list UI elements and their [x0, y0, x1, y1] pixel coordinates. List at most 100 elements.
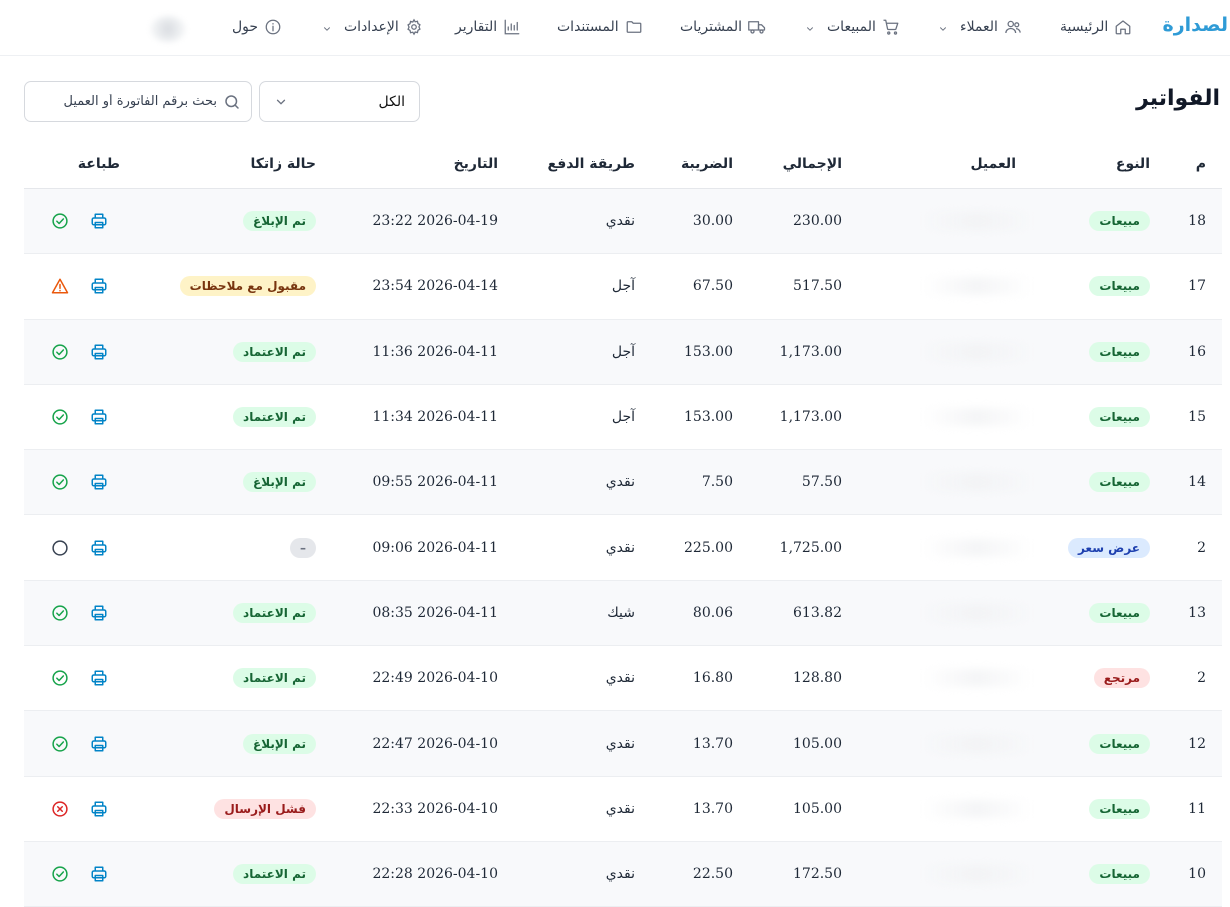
- zatca-status-badge: تم الاعتماد: [233, 602, 316, 623]
- cell-date: 2026-04-11 09:55: [372, 474, 498, 491]
- type-badge: مبيعات: [1089, 276, 1150, 297]
- nav-item-4[interactable]: المستندات: [557, 18, 643, 36]
- zatca-status-badge: تم الإبلاغ: [243, 733, 316, 754]
- print-icon[interactable]: [90, 669, 108, 687]
- cell-zatca: تم الاعتماد: [233, 341, 316, 362]
- x-circle-icon[interactable]: [51, 800, 69, 818]
- cell-zatca: تم الاعتماد: [233, 668, 316, 689]
- cell-payment: نقدي: [605, 866, 635, 883]
- cell-no: 18: [1188, 213, 1206, 230]
- print-icon[interactable]: [90, 277, 108, 295]
- filter-selected-value: الكل: [378, 93, 406, 110]
- table-row[interactable]: 10 مبيعات 172.50 22.50 نقدي 2026-04-10 22:28 ت…: [24, 841, 1222, 907]
- check-circle-icon[interactable]: [51, 669, 69, 687]
- print-icon[interactable]: [90, 408, 108, 426]
- info-icon: [264, 18, 282, 36]
- customer-name-redacted: [922, 799, 1032, 818]
- table-row[interactable]: 18 مبيعات 230.00 30.00 نقدي 2026-04-19 23:22 ت…: [24, 189, 1222, 255]
- col-header-total: الإجمالي: [782, 156, 842, 172]
- check-circle-icon[interactable]: [51, 865, 69, 883]
- cell-payment: آجل: [611, 278, 635, 295]
- table-row[interactable]: 2 مرتجع 128.80 16.80 نقدي 2026-04-10 22:49 تم …: [24, 646, 1222, 712]
- cell-no: 16: [1188, 343, 1206, 360]
- cell-no: 14: [1188, 474, 1206, 491]
- nav-item-label: التقارير: [455, 19, 498, 35]
- warning-icon[interactable]: [51, 277, 69, 295]
- chevron-down-icon: [938, 22, 948, 32]
- print-icon[interactable]: [90, 604, 108, 622]
- zatca-status-badge: تم الإبلاغ: [243, 472, 316, 493]
- print-icon[interactable]: [90, 865, 108, 883]
- print-icon[interactable]: [90, 473, 108, 491]
- table-row[interactable]: 12 مبيعات 105.00 13.70 نقدي 2026-04-10 22:47 ت…: [24, 711, 1222, 777]
- table-row[interactable]: 14 مبيعات 57.50 7.50 نقدي 2026-04-11 09:55 تم …: [24, 450, 1222, 516]
- customer-name-redacted: [922, 669, 1032, 688]
- nav-item-2[interactable]: المبيعات: [805, 18, 900, 36]
- cell-total: 1,725.00: [779, 539, 842, 556]
- zatca-status-badge: تم الاعتماد: [233, 864, 316, 885]
- print-icon[interactable]: [90, 212, 108, 230]
- cell-no: 15: [1188, 409, 1206, 426]
- table-row[interactable]: 13 مبيعات 613.82 80.06 شيك 2026-04-11 08:35 تم…: [24, 580, 1222, 647]
- cell-payment: آجل: [611, 409, 635, 426]
- nav-item-5[interactable]: التقارير: [455, 18, 521, 36]
- check-circle-icon[interactable]: [51, 343, 69, 361]
- chevron-down-icon: [805, 22, 815, 32]
- type-badge: مبيعات: [1089, 211, 1150, 232]
- col-header-date: التاريخ: [453, 156, 498, 172]
- nav-item-7[interactable]: حول: [232, 18, 282, 36]
- cell-type: مبيعات: [1089, 798, 1150, 819]
- customer-name-redacted: [922, 734, 1032, 753]
- col-header-no: م: [1195, 156, 1206, 172]
- cell-payment: نقدي: [605, 474, 635, 491]
- chart-icon: [503, 18, 521, 36]
- users-icon: [1004, 18, 1022, 36]
- folder-icon: [625, 18, 643, 36]
- cell-payment: آجل: [611, 343, 635, 360]
- cell-type: مرتجع: [1093, 668, 1150, 689]
- cell-tax: 153.00: [684, 409, 733, 426]
- cell-zatca: فشل الإرسال: [214, 798, 316, 819]
- check-circle-icon[interactable]: [51, 212, 69, 230]
- type-badge: مبيعات: [1089, 733, 1150, 754]
- table-row[interactable]: 2 عرض سعر 1,725.00 225.00 نقدي 2026-04-11 09:…: [24, 515, 1222, 581]
- invoice-type-filter[interactable]: الكل: [259, 81, 420, 122]
- cell-total: 613.82: [793, 604, 842, 621]
- table-row[interactable]: 11 مبيعات 105.00 13.70 نقدي 2026-04-10 22:33 ف…: [24, 777, 1222, 842]
- customer-name-redacted: [922, 538, 1032, 557]
- zatca-status-badge: فشل الإرسال: [214, 798, 316, 819]
- nav-item-label: حول: [232, 19, 259, 35]
- check-circle-icon[interactable]: [51, 408, 69, 426]
- cell-payment: نقدي: [605, 213, 635, 230]
- chevron-down-icon: [274, 95, 288, 109]
- table-row[interactable]: 15 مبيعات 1,173.00 153.00 آجل 2026-04-11 11:3…: [24, 385, 1222, 451]
- customer-name-redacted: [922, 212, 1032, 231]
- table-body: 18 مبيعات 230.00 30.00 نقدي 2026-04-19 23:22 ت…: [24, 189, 1222, 907]
- nav-item-1[interactable]: العملاء: [938, 18, 1022, 36]
- table-row[interactable]: 16 مبيعات 1,173.00 153.00 آجل 2026-04-11 11:3…: [24, 319, 1222, 385]
- home-icon: [1114, 18, 1132, 36]
- nav-item-3[interactable]: المشتريات: [680, 18, 766, 36]
- nav-item-label: العملاء: [960, 19, 998, 35]
- empty-circle-icon[interactable]: [51, 539, 69, 557]
- cell-payment: نقدي: [605, 800, 635, 817]
- check-circle-icon[interactable]: [51, 735, 69, 753]
- cell-zatca: تم الاعتماد: [233, 407, 316, 428]
- gear-icon: [405, 18, 423, 36]
- check-circle-icon[interactable]: [51, 473, 69, 491]
- search-icon: [223, 93, 241, 111]
- nav-item-label: المستندات: [557, 19, 619, 35]
- print-icon[interactable]: [90, 735, 108, 753]
- search-input[interactable]: [37, 94, 217, 109]
- cell-tax: 67.50: [692, 278, 733, 295]
- nav-item-6[interactable]: الإعدادات: [322, 18, 423, 36]
- table-row[interactable]: 17 مبيعات 517.50 67.50 آجل 2026-04-14 23:54 مق…: [24, 254, 1222, 320]
- print-icon[interactable]: [90, 343, 108, 361]
- print-icon[interactable]: [90, 539, 108, 557]
- check-circle-icon[interactable]: [51, 604, 69, 622]
- user-avatar[interactable]: [150, 16, 186, 42]
- cell-tax: 225.00: [684, 539, 733, 556]
- cell-type: مبيعات: [1089, 472, 1150, 493]
- print-icon[interactable]: [90, 800, 108, 818]
- nav-item-0[interactable]: الرئيسية: [1060, 18, 1132, 36]
